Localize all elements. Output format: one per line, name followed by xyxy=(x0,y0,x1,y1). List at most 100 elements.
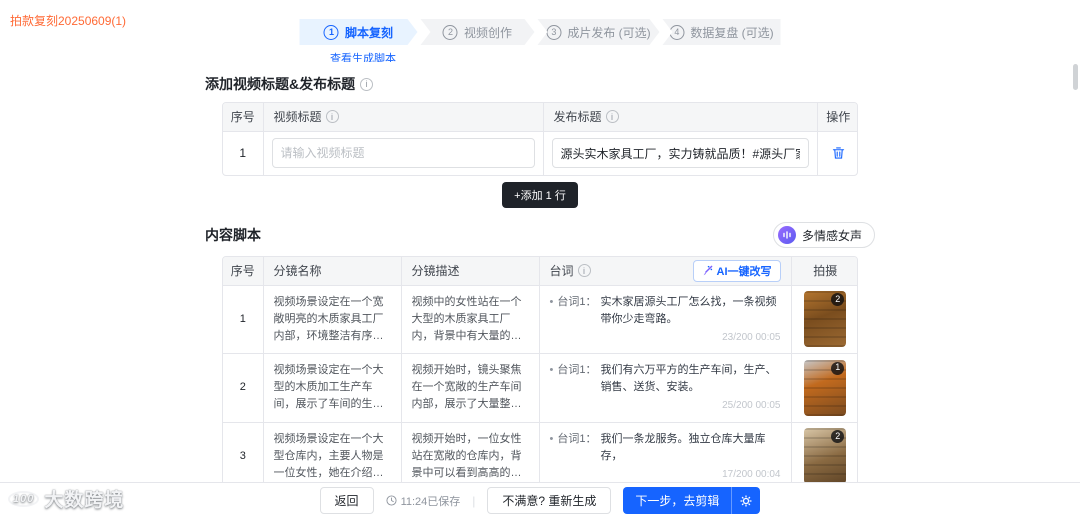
settings-segment[interactable] xyxy=(731,487,760,514)
ai-rewrite-button[interactable]: AI一键改写 xyxy=(693,260,781,282)
next-step-label: 下一步，去剪辑 xyxy=(623,487,731,514)
shot-count-badge: 2 xyxy=(831,430,844,443)
publish-title-input[interactable] xyxy=(552,138,809,168)
char-counter: 23/200 00:05 xyxy=(550,330,781,346)
scrollbar-thumb[interactable] xyxy=(1073,64,1078,90)
char-counter: 25/200 00:05 xyxy=(550,398,781,414)
step-label: 数据复盘 (可选) xyxy=(690,24,773,41)
title-table-row: 1 xyxy=(223,131,858,175)
info-icon[interactable]: i xyxy=(326,110,339,123)
line-text: 实木家居源头工厂怎么找，一条视频带你少走弯路。 xyxy=(600,294,780,328)
shot-name-text: 视频场景设定在一个宽敞明亮的木质家具工厂内部，环境整洁有序，光线充足。女性作为主… xyxy=(274,294,391,345)
ai-rewrite-label: AI一键改写 xyxy=(717,263,772,279)
step-number: 4 xyxy=(669,25,684,40)
step-label: 视频创作 xyxy=(464,24,512,41)
shot-name-cell[interactable]: 视频场景设定在一个大型的木质加工生产车间，展示了车间的生产环境、设备和布局。视频… xyxy=(263,354,401,423)
shot-name-cell[interactable]: 视频场景设定在一个大型仓库内，主要人物是一位女性，她在介绍与展示仓库及其服务内容… xyxy=(263,422,401,482)
line-label: 台词1： xyxy=(557,294,596,328)
col-header-lines: 台词 i AI一键改写 xyxy=(539,257,791,285)
col-header-shot-name: 分镜名称 xyxy=(263,257,401,285)
shot-desc-cell[interactable]: 视频开始时，镜头聚焦在一个宽敞的生产车间内部，展示了大量整齐堆放的木材和木板，显… xyxy=(401,354,539,423)
col-header-action: 操作 xyxy=(817,103,858,131)
voice-select-label: 多情感女声 xyxy=(802,227,862,244)
shot-thumbnail[interactable]: 2 xyxy=(804,428,846,482)
voice-icon xyxy=(778,226,796,244)
script-row-1: 1 视频场景设定在一个宽敞明亮的木质家具工厂内部，环境整洁有序，光线充足。女性作… xyxy=(223,285,858,354)
back-button[interactable]: 返回 xyxy=(320,487,374,514)
row-index: 3 xyxy=(223,422,263,482)
step-data-review[interactable]: 4 数据复盘 (可选) xyxy=(663,19,781,45)
col-header-publish-title: 发布标题 i xyxy=(543,103,817,131)
bullet: • xyxy=(550,362,554,396)
line-label: 台词1： xyxy=(557,362,596,396)
autosave-text: 11:24已保存 xyxy=(401,493,461,509)
step-number: 3 xyxy=(546,25,561,40)
main-content: 添加视频标题&发布标题 i 序号 视频标题 i 发布标题 i 操作 1 xyxy=(0,62,1080,482)
script-section-heading: 内容脚本 xyxy=(205,225,261,245)
shot-name-text: 视频场景设定在一个大型仓库内，主要人物是一位女性，她在介绍与展示仓库及其服务内容… xyxy=(274,431,391,482)
video-title-input[interactable] xyxy=(272,138,535,168)
shot-desc-cell[interactable]: 视频开始时，一位女性站在宽敞的仓库内，背景中可以看到高高的天花板和摆列整齐的木制… xyxy=(401,422,539,482)
lines-cell[interactable]: • 台词1： 我们一条龙服务。独立仓库大量库存， 17/200 00:04 xyxy=(539,422,791,482)
step-number: 1 xyxy=(324,25,339,40)
shot-name-cell[interactable]: 视频场景设定在一个宽敞明亮的木质家具工厂内部，环境整洁有序，光线充足。女性作为主… xyxy=(263,285,401,354)
col-header-index: 序号 xyxy=(223,103,263,131)
info-icon[interactable]: i xyxy=(360,78,373,91)
title-table: 序号 视频标题 i 发布标题 i 操作 1 xyxy=(222,102,858,176)
watermark-text: 大数跨境 xyxy=(44,485,124,512)
script-row-3: 3 视频场景设定在一个大型仓库内，主要人物是一位女性，她在介绍与展示仓库及其服务… xyxy=(223,422,858,482)
line-text: 我们有六万平方的生产车间，生产、销售、送货、安装。 xyxy=(600,362,780,396)
row-index: 1 xyxy=(223,285,263,354)
top-bar: 拍款复刻20250609(1) 1 脚本复刻 2 视频创作 3 成片发布 (可选… xyxy=(0,0,1080,62)
shot-name-text: 视频场景设定在一个大型的木质加工生产车间，展示了车间的生产环境、设备和布局。视频… xyxy=(274,362,391,413)
step-script-replicate[interactable]: 1 脚本复刻 xyxy=(300,19,418,45)
shot-count-badge: 1 xyxy=(831,362,844,375)
line-text: 我们一条龙服务。独立仓库大量库存， xyxy=(600,431,780,465)
shot-thumbnail[interactable]: 2 xyxy=(804,291,846,347)
magic-wand-icon xyxy=(702,265,713,276)
next-step-button[interactable]: 下一步，去剪辑 xyxy=(623,487,760,514)
col-header-video-title-text: 视频标题 xyxy=(274,108,322,125)
step-publish[interactable]: 3 成片发布 (可选) xyxy=(538,19,660,45)
clock-icon xyxy=(386,495,397,506)
title-section-heading: 添加视频标题&发布标题 i xyxy=(205,74,875,94)
bullet: • xyxy=(550,294,554,328)
col-header-index: 序号 xyxy=(223,257,263,285)
trash-icon xyxy=(832,146,845,160)
char-counter: 17/200 00:04 xyxy=(550,467,781,482)
footer-divider: | xyxy=(472,494,475,508)
shot-thumbnail[interactable]: 1 xyxy=(804,360,846,416)
col-header-publish-title-text: 发布标题 xyxy=(554,108,602,125)
info-icon[interactable]: i xyxy=(606,110,619,123)
step-video-create[interactable]: 2 视频创作 xyxy=(421,19,535,45)
add-row-button[interactable]: +添加 1 行 xyxy=(502,182,578,208)
step-label: 成片发布 (可选) xyxy=(567,24,650,41)
row-index: 1 xyxy=(223,131,263,175)
step-label: 脚本复刻 xyxy=(345,24,393,41)
step-number: 2 xyxy=(443,25,458,40)
title-section-heading-text: 添加视频标题&发布标题 xyxy=(205,74,355,94)
shot-desc-text: 视频开始时，一位女性站在宽敞的仓库内，背景中可以看到高高的天花板和摆列整齐的木制… xyxy=(412,431,529,482)
script-row-2: 2 视频场景设定在一个大型的木质加工生产车间，展示了车间的生产环境、设备和布局。… xyxy=(223,354,858,423)
watermark-logo: 100 xyxy=(8,491,39,507)
script-section-heading-text: 内容脚本 xyxy=(205,225,261,245)
info-icon[interactable]: i xyxy=(578,264,591,277)
footer-bar: 返回 11:24已保存 | 不满意? 重新生成 下一步，去剪辑 xyxy=(0,482,1080,518)
shot-desc-cell[interactable]: 视频中的女性站在一个大型的木质家具工厂内，背景中有大量的木材堆叠和一些工业设备。… xyxy=(401,285,539,354)
line-label: 台词1： xyxy=(557,431,596,465)
delete-row-button[interactable] xyxy=(828,142,849,164)
bullet: • xyxy=(550,431,554,465)
lines-cell[interactable]: • 台词1： 实木家居源头工厂怎么找，一条视频带你少走弯路。 23/200 00… xyxy=(539,285,791,354)
col-header-lines-text: 台词 xyxy=(550,262,574,279)
script-table: 序号 分镜名称 分镜描述 台词i AI一键改写 拍摄 xyxy=(222,256,858,482)
regenerate-button[interactable]: 不满意? 重新生成 xyxy=(487,487,611,514)
col-header-video-title: 视频标题 i xyxy=(263,103,543,131)
lines-cell[interactable]: • 台词1： 我们有六万平方的生产车间，生产、销售、送货、安装。 25/200 … xyxy=(539,354,791,423)
shot-desc-text: 视频开始时，镜头聚焦在一个宽敞的生产车间内部，展示了大量整齐堆放的木材和木板，显… xyxy=(412,362,529,413)
script-table-header-row: 序号 分镜名称 分镜描述 台词i AI一键改写 拍摄 xyxy=(223,257,858,285)
title-table-header-row: 序号 视频标题 i 发布标题 i 操作 xyxy=(223,103,858,131)
col-header-shot-desc: 分镜描述 xyxy=(401,257,539,285)
voice-select-button[interactable]: 多情感女声 xyxy=(773,222,875,248)
stepper: 1 脚本复刻 2 视频创作 3 成片发布 (可选) 4 数据复盘 (可选) xyxy=(300,19,781,45)
watermark: 100 大数跨境 xyxy=(8,485,124,512)
